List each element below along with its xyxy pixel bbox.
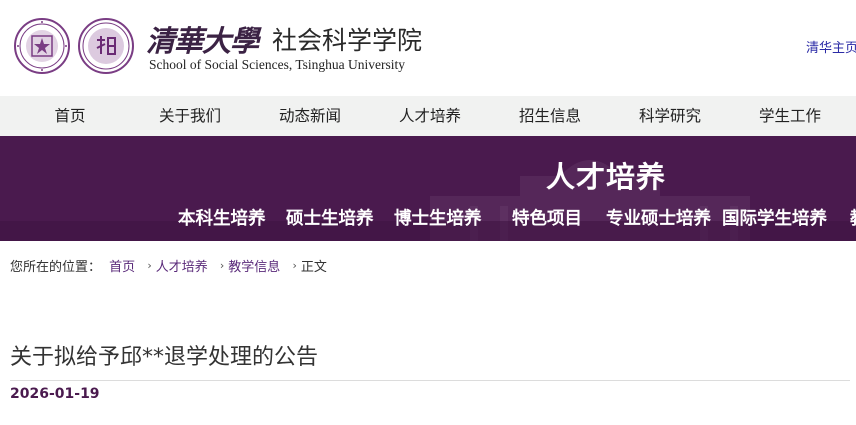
brand-name: 社会科学学院 [272, 26, 423, 55]
subnav-truncated[interactable]: 教 [850, 205, 856, 230]
nav-item-home[interactable]: 首页 [10, 96, 130, 136]
main-nav: 首页 关于我们 动态新闻 人才培养 招生信息 科学研究 学生工作 [0, 96, 856, 136]
chevron-right-icon: › [219, 259, 225, 272]
breadcrumb-teaching-info[interactable]: 教学信息 [228, 260, 280, 275]
breadcrumb-home[interactable]: 首页 [109, 260, 135, 275]
title-divider [10, 380, 850, 381]
chevron-right-icon: › [147, 259, 152, 272]
subnav-undergraduate[interactable]: 本科生培养 [178, 205, 266, 230]
site-header: 清華大學 社会科学学院 School of Social Sciences, T… [0, 0, 856, 96]
article-date: 2026-01-19 [10, 386, 100, 402]
section-banner: 人才培养 本科生培养 硕士生培养 博士生培养 特色项目 专业硕士培养 国际学生培… [0, 136, 856, 241]
nav-item-news[interactable]: 动态新闻 [250, 96, 370, 136]
subnav-international[interactable]: 国际学生培养 [722, 205, 827, 230]
school-seal-logo[interactable] [78, 18, 134, 74]
subnav-doctoral[interactable]: 博士生培养 [394, 205, 482, 230]
nav-item-about[interactable]: 关于我们 [130, 96, 250, 136]
breadcrumb-current: 正文 [300, 260, 327, 275]
breadcrumb-prefix: 您所在的位置： [10, 260, 102, 275]
nav-item-admissions[interactable]: 招生信息 [490, 96, 610, 136]
article-title: 关于拟给予邱**退学处理的公告 [10, 345, 319, 370]
chevron-right-icon: › [292, 259, 297, 272]
nav-item-students[interactable]: 学生工作 [730, 96, 850, 136]
subnav-masters[interactable]: 硕士生培养 [286, 205, 374, 230]
subnav-special-programs[interactable]: 特色项目 [512, 205, 582, 230]
breadcrumb: 您所在的位置： 首页 › 人才培养 › 教学信息 › 正文 [10, 256, 327, 275]
tsinghua-seal-logo[interactable] [14, 18, 70, 74]
banner-title: 人才培养 [546, 160, 667, 194]
nav-item-research[interactable]: 科学研究 [610, 96, 730, 136]
subnav-professional-masters[interactable]: 专业硕士培养 [606, 205, 711, 230]
brand-english-name: School of Social Sciences, Tsinghua Univ… [149, 57, 406, 72]
brand-calligraphy: 清華大學 [146, 24, 259, 58]
nav-item-education[interactable]: 人才培养 [370, 96, 490, 136]
breadcrumb-education[interactable]: 人才培养 [156, 260, 208, 275]
tsinghua-home-link[interactable]: 清华主页 [806, 37, 856, 56]
